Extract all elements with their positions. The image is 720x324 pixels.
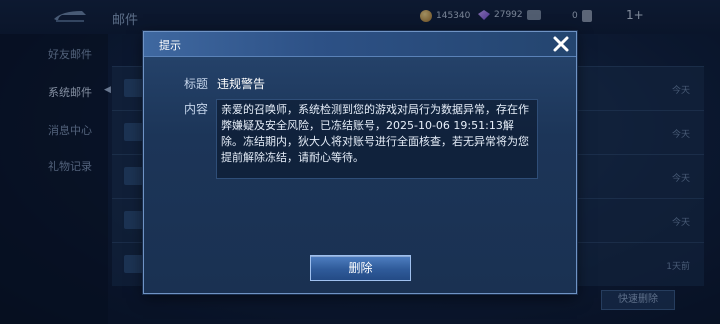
- notice-dialog: 提示 标题 违规警告 内容 亲爱的召唤师，系统检测到您的游戏对局行为数据异常，存…: [143, 31, 577, 294]
- subject-label: 标题: [184, 77, 209, 91]
- subject-value: 违规警告: [217, 77, 266, 91]
- close-icon: [553, 36, 569, 52]
- delete-button[interactable]: 删除: [310, 255, 411, 281]
- content-text: 亲爱的召唤师，系统检测到您的游戏对局行为数据异常，存在作弊嫌疑及安全风险，已冻结…: [216, 99, 538, 179]
- content-label: 内容: [184, 102, 209, 116]
- dialog-title: 提示: [159, 39, 181, 52]
- close-button[interactable]: [548, 33, 574, 55]
